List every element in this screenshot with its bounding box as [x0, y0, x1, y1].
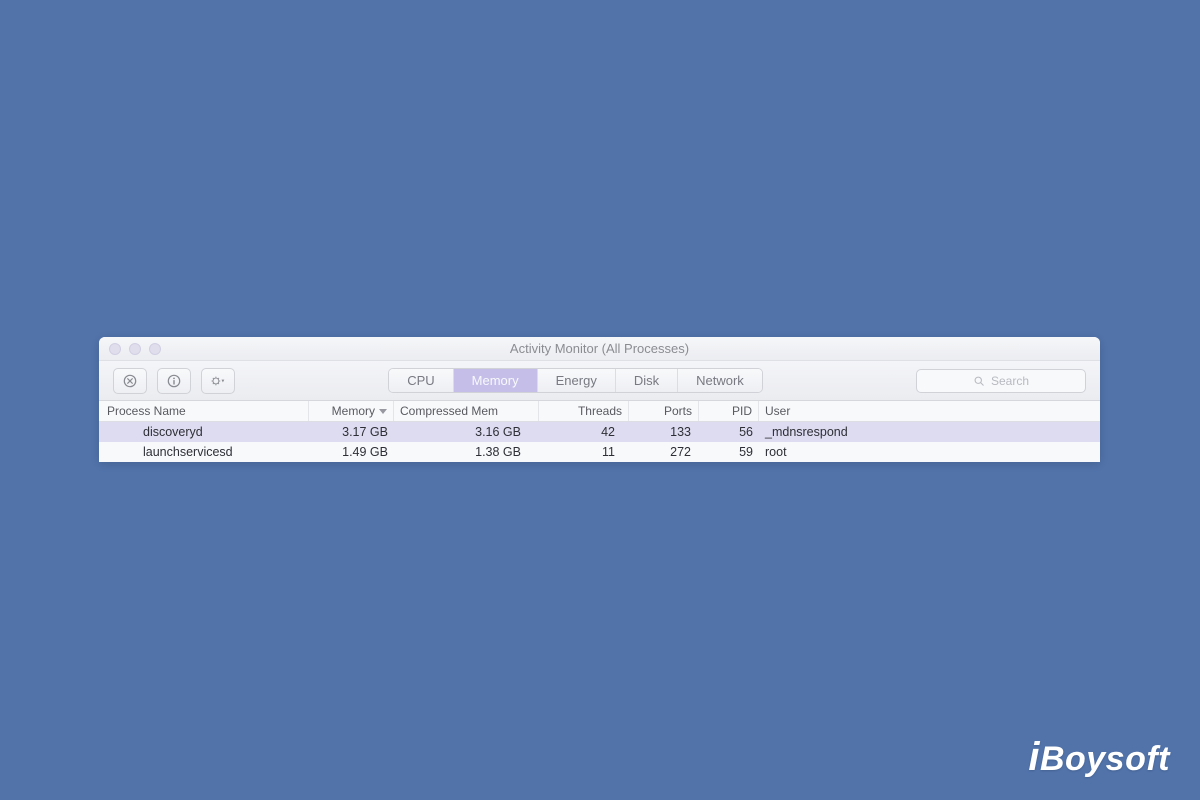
traffic-lights [109, 343, 161, 355]
tab-disk[interactable]: Disk [616, 369, 678, 392]
search-placeholder: Search [991, 374, 1029, 388]
chevron-down-icon [222, 379, 225, 382]
info-button[interactable] [157, 368, 191, 394]
column-memory[interactable]: Memory [309, 401, 394, 421]
cell-threads: 42 [539, 422, 629, 442]
close-window-button[interactable] [109, 343, 121, 355]
cell-ports: 272 [629, 442, 699, 462]
column-pid[interactable]: PID [699, 401, 759, 421]
cell-user: _mdnsrespond [759, 422, 1100, 442]
tab-memory[interactable]: Memory [454, 369, 538, 392]
search-icon [973, 375, 985, 387]
cell-pid: 56 [699, 422, 759, 442]
column-compressed-mem[interactable]: Compressed Mem [394, 401, 539, 421]
stop-icon [123, 374, 137, 388]
cell-threads: 11 [539, 442, 629, 462]
cell-memory: 3.17 GB [309, 422, 394, 442]
sort-desc-icon [379, 409, 387, 414]
stop-process-button[interactable] [113, 368, 147, 394]
watermark: iBoysoft [1028, 735, 1170, 780]
zoom-window-button[interactable] [149, 343, 161, 355]
column-user[interactable]: User [759, 401, 1100, 421]
info-icon [167, 374, 181, 388]
table-row[interactable]: discoveryd 3.17 GB 3.16 GB 42 133 56 _md… [99, 422, 1100, 442]
column-threads[interactable]: Threads [539, 401, 629, 421]
gear-icon [211, 374, 225, 388]
window-title: Activity Monitor (All Processes) [99, 341, 1100, 356]
cell-memory: 1.49 GB [309, 442, 394, 462]
minimize-window-button[interactable] [129, 343, 141, 355]
search-field[interactable]: Search [916, 369, 1086, 393]
table-header: Process Name Memory Compressed Mem Threa… [99, 401, 1100, 422]
cell-ports: 133 [629, 422, 699, 442]
tab-network[interactable]: Network [678, 369, 762, 392]
column-process-name[interactable]: Process Name [99, 401, 309, 421]
cell-process-name: discoveryd [99, 422, 309, 442]
column-ports[interactable]: Ports [629, 401, 699, 421]
cell-compressed-mem: 3.16 GB [394, 422, 539, 442]
resource-tabs: CPU Memory Energy Disk Network [388, 368, 763, 393]
table-row[interactable]: launchservicesd 1.49 GB 1.38 GB 11 272 5… [99, 442, 1100, 462]
cell-compressed-mem: 1.38 GB [394, 442, 539, 462]
settings-menu-button[interactable] [201, 368, 235, 394]
tab-energy[interactable]: Energy [538, 369, 616, 392]
cell-process-name: launchservicesd [99, 442, 309, 462]
toolbar-left-group [113, 368, 235, 394]
titlebar: Activity Monitor (All Processes) [99, 337, 1100, 361]
tab-cpu[interactable]: CPU [389, 369, 453, 392]
cell-pid: 59 [699, 442, 759, 462]
cell-user: root [759, 442, 1100, 462]
toolbar: CPU Memory Energy Disk Network Search [99, 361, 1100, 401]
activity-monitor-window: Activity Monitor (All Processes) [99, 337, 1100, 462]
